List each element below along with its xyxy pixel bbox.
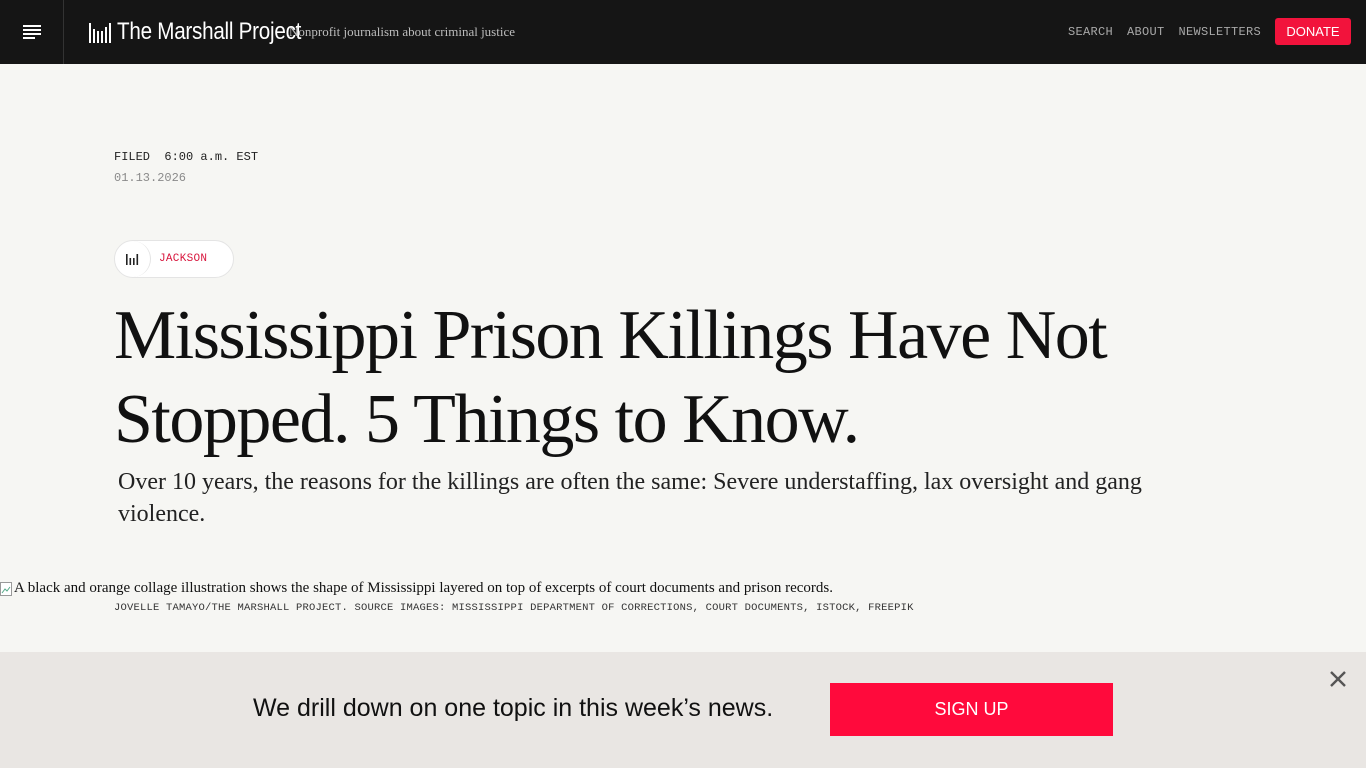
newsletter-promo-text: We drill down on one topic in this week’…	[253, 694, 774, 722]
nav-newsletters-link[interactable]: NEWSLETTERS	[1178, 25, 1261, 39]
close-icon[interactable]	[1328, 669, 1348, 689]
publish-date: 01.13.2026	[114, 171, 187, 185]
sign-up-button[interactable]: SIGN UP	[830, 683, 1113, 736]
logo-text: The Marshall Project	[117, 18, 302, 45]
tag-icon-wrap	[115, 241, 151, 277]
donate-button[interactable]: DONATE	[1275, 18, 1351, 45]
hamburger-menu-icon	[22, 25, 41, 39]
broken-image-icon	[0, 581, 12, 596]
nav-about-link[interactable]: ABOUT	[1127, 25, 1165, 39]
lead-image-broken: A black and orange collage illustration …	[0, 580, 833, 597]
image-credit: JOVELLE TAMAYO/THE MARSHALL PROJECT. SOU…	[114, 602, 914, 614]
tag-label: JACKSON	[159, 253, 208, 265]
bars-logo-icon	[89, 23, 111, 43]
menu-button[interactable]	[0, 0, 64, 64]
article-dek: Over 10 years, the reasons for the killi…	[118, 469, 1142, 527]
nav-search-link[interactable]: SEARCH	[1068, 25, 1113, 39]
bars-logo-icon	[126, 253, 139, 265]
image-alt-text: A black and orange collage illustration …	[14, 580, 833, 596]
site-tagline: Nonprofit journalism about criminal just…	[289, 24, 516, 39]
header-nav: SEARCH ABOUT NEWSLETTERS	[1068, 25, 1261, 39]
topic-tag-jackson[interactable]: JACKSON	[114, 240, 234, 278]
newsletter-banner: We drill down on one topic in this week’…	[0, 652, 1366, 768]
top-navigation-bar: The Marshall Project Nonprofit journalis…	[0, 0, 1366, 64]
article-headline: Mississippi Prison Killings Have Not Sto…	[114, 297, 1108, 458]
filed-time: FILED 6:00 a.m. EST	[114, 150, 259, 164]
